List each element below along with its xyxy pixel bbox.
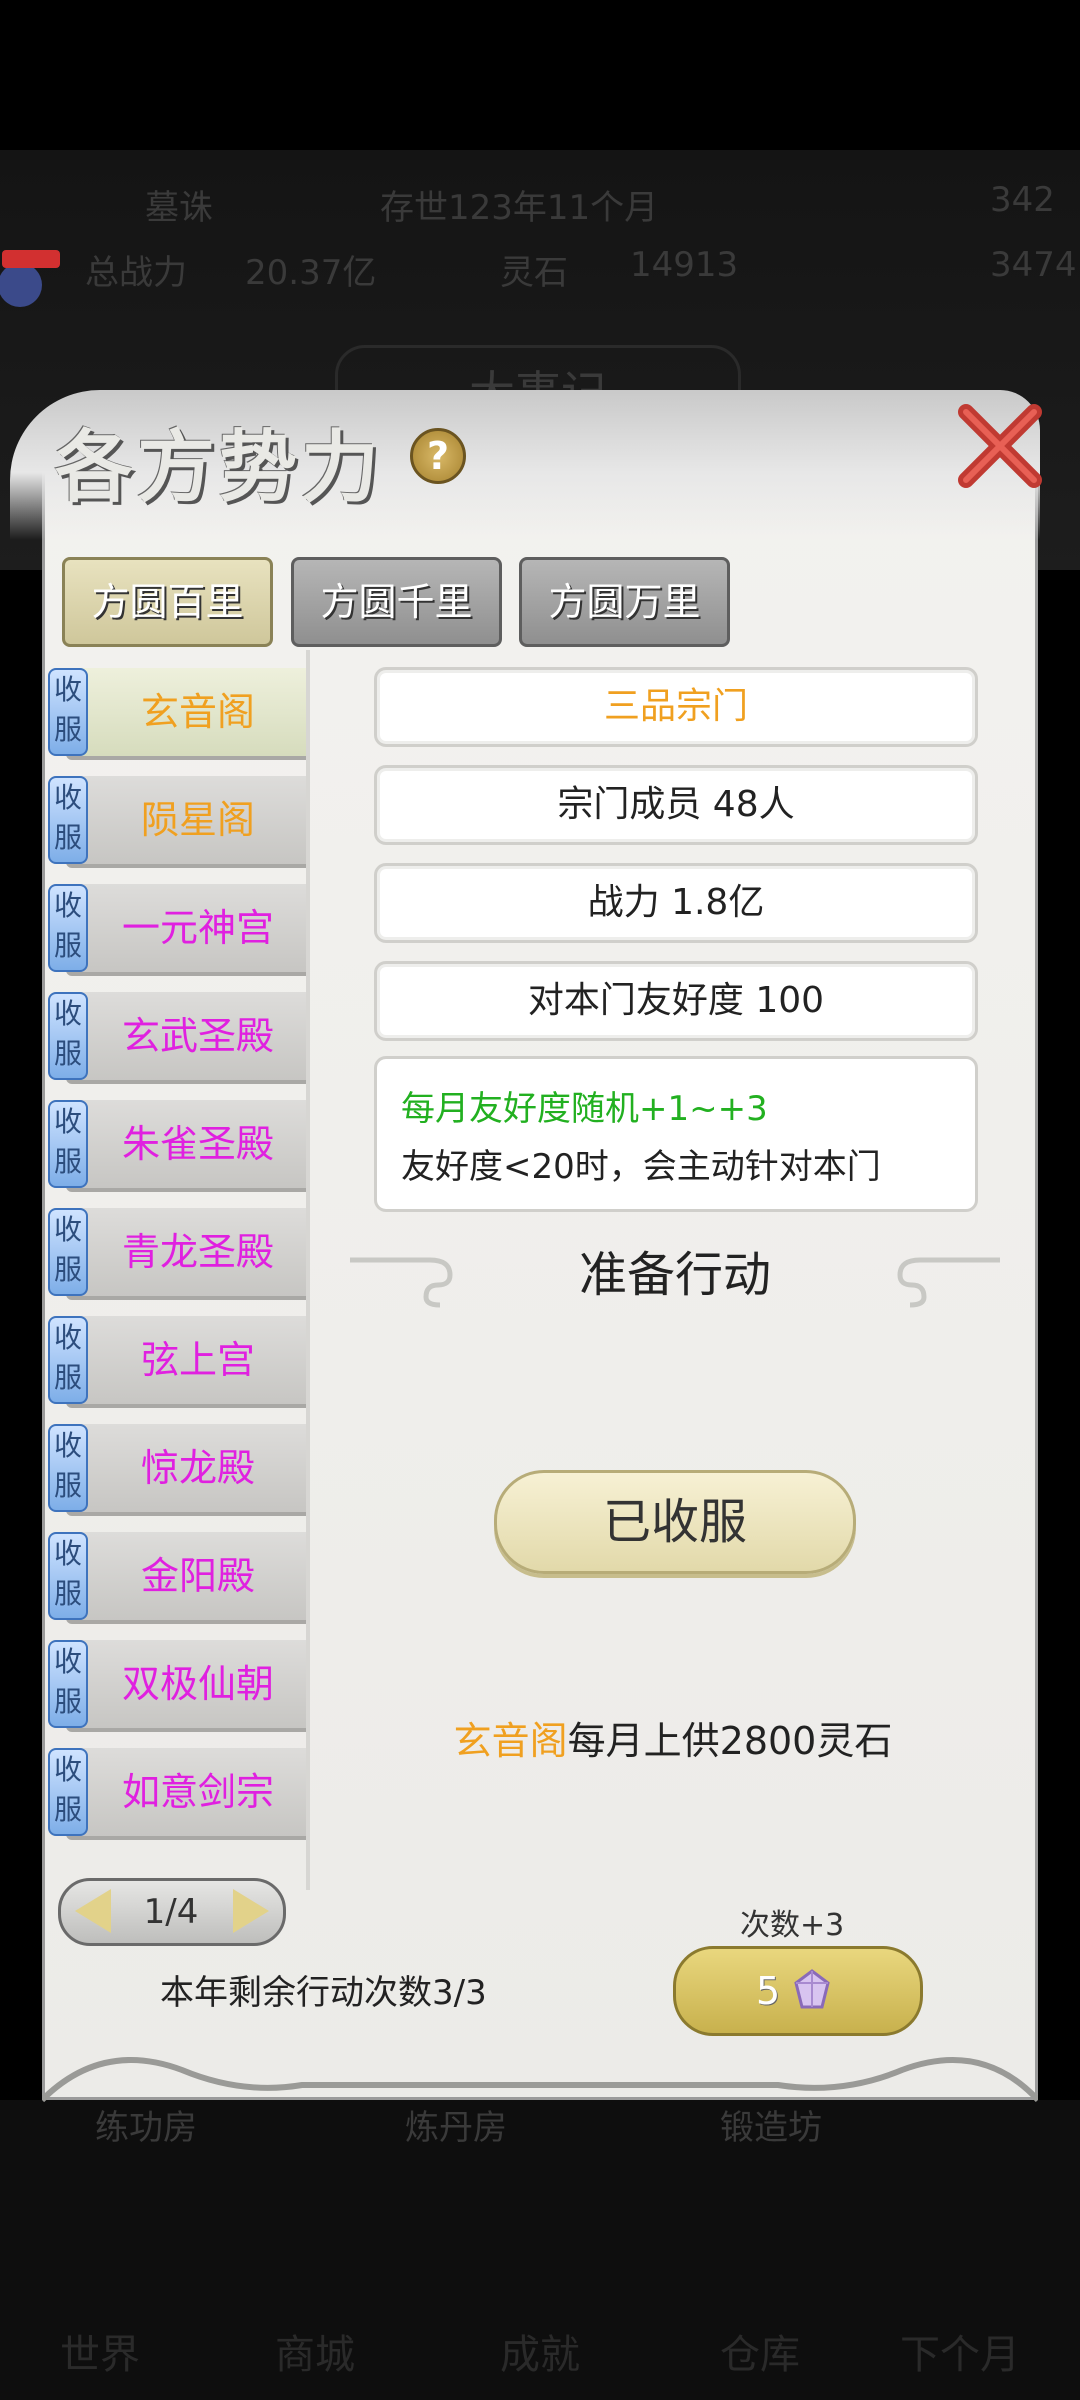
sidebar-item-label: 一元神宫 [121,906,274,950]
sidebar-item-label: 玄音阁 [140,690,255,734]
sidebar-item-label: 惊龙殿 [140,1446,255,1490]
friendship-note-line2: 友好度<20时，会主动针对本门 [401,1147,881,1187]
background-stat: 342 [990,180,1055,220]
subdued-tag: 收 服 [48,668,88,756]
sidebar-item-label: 朱雀圣殿 [121,1122,274,1166]
background-stat: 灵石 [500,253,568,293]
sidebar-item-label: 金阳殿 [140,1554,255,1598]
buy-actions-cost: 5 [756,1969,781,2013]
subdued-tag: 收 服 [48,1748,88,1836]
sidebar-item-faction[interactable]: 收 服 玄音阁 [48,668,308,756]
sidebar-item-label: 如意剑宗 [121,1770,274,1814]
faction-power: 战力 1.8亿 [374,863,978,943]
remaining-actions: 本年剩余行动次数3/3 [160,1973,487,2013]
nav-next-month: 下个月 [900,2332,1020,2378]
tab-10000-li[interactable]: 方圆万里 [519,557,730,647]
buy-actions-button[interactable]: 5 [673,1946,923,2036]
subdued-tag: 收 服 [48,1100,88,1188]
close-icon[interactable] [952,398,1048,494]
pager-next-icon[interactable] [233,1889,269,1933]
extra-actions-label: 次数+3 [740,1908,845,1943]
tribute-text: 每月上供2800灵石 [567,1719,893,1763]
sidebar-item-faction[interactable]: 收 服如意剑宗 [48,1748,308,1836]
sidebar-item-label: 青龙圣殿 [121,1230,274,1274]
pager: 1/4 [58,1878,286,1946]
background-stat: 3474 [990,245,1077,285]
sidebar-item-faction[interactable]: 收 服青龙圣殿 [48,1208,308,1296]
new-badge-icon [0,250,60,307]
sidebar-item-faction[interactable]: 收 服 惊龙殿 [48,1424,308,1512]
background-stat: 墓诛 [145,188,213,228]
sidebar-item-faction[interactable]: 收 服 金阳殿 [48,1532,308,1620]
friendship-note-line1: 每月友好度随机+1~+3 [401,1089,768,1129]
tab-100-li[interactable]: 方圆百里 [62,557,273,647]
sidebar-item-faction[interactable]: 收 服一元神宫 [48,884,308,972]
background-stat: 20.37亿 [245,253,377,293]
subdued-tag: 收 服 [48,884,88,972]
sidebar-item-label: 双极仙朝 [121,1662,274,1706]
sidebar-item-label: 弦上宫 [140,1338,255,1382]
subdued-tag: 收 服 [48,776,88,864]
nav-achievements: 成就 [500,2332,580,2378]
subdued-tag: 收 服 [48,1208,88,1296]
tab-1000-li[interactable]: 方圆千里 [291,557,502,647]
sidebar-item-faction[interactable]: 收 服 陨星阁 [48,776,308,864]
background-stat: 存世123年11个月 [380,188,659,228]
help-icon[interactable]: ? [410,428,466,484]
background-stat: 总战力 [85,253,187,293]
subdued-tag: 收 服 [48,992,88,1080]
sidebar-item-label: 玄武圣殿 [121,1014,274,1058]
faction-members: 宗门成员 48人 [374,765,978,845]
tribute-line: 玄音阁每月上供2800灵石 [374,1710,972,1765]
spirit-stone-icon [794,1969,830,2009]
faction-friendship: 对本门友好度 100 [374,961,978,1041]
pager-label: 1/4 [143,1892,199,1932]
friendship-note: 每月友好度随机+1~+3 友好度<20时，会主动针对本门 [374,1056,978,1212]
sidebar-divider [306,650,310,1890]
nav-storage: 仓库 [720,2332,800,2378]
subdued-tag: 收 服 [48,1316,88,1404]
subdued-tag: 收 服 [48,1640,88,1728]
sidebar-item-faction[interactable]: 收 服双极仙朝 [48,1640,308,1728]
subdued-button[interactable]: 已收服 [494,1470,856,1574]
sidebar-item-faction[interactable]: 收 服 弦上宫 [48,1316,308,1404]
sidebar-item-label: 陨星阁 [140,798,255,842]
sidebar-item-faction[interactable]: 收 服朱雀圣殿 [48,1100,308,1188]
pager-prev-icon[interactable] [75,1889,111,1933]
panel-footer-decoration [42,2057,1038,2103]
sidebar-item-faction[interactable]: 收 服玄武圣殿 [48,992,308,1080]
subdued-tag: 收 服 [48,1424,88,1512]
panel-title: 各方势力 [55,422,384,513]
background-stat: 14913 [630,245,739,285]
faction-rank: 三品宗门 [374,667,978,747]
section-decoration-right [897,1257,1000,1308]
tribute-faction: 玄音阁 [453,1719,568,1763]
subdued-tag: 收 服 [48,1532,88,1620]
nav-shop: 商城 [275,2332,355,2378]
nav-world: 世界 [60,2332,140,2378]
